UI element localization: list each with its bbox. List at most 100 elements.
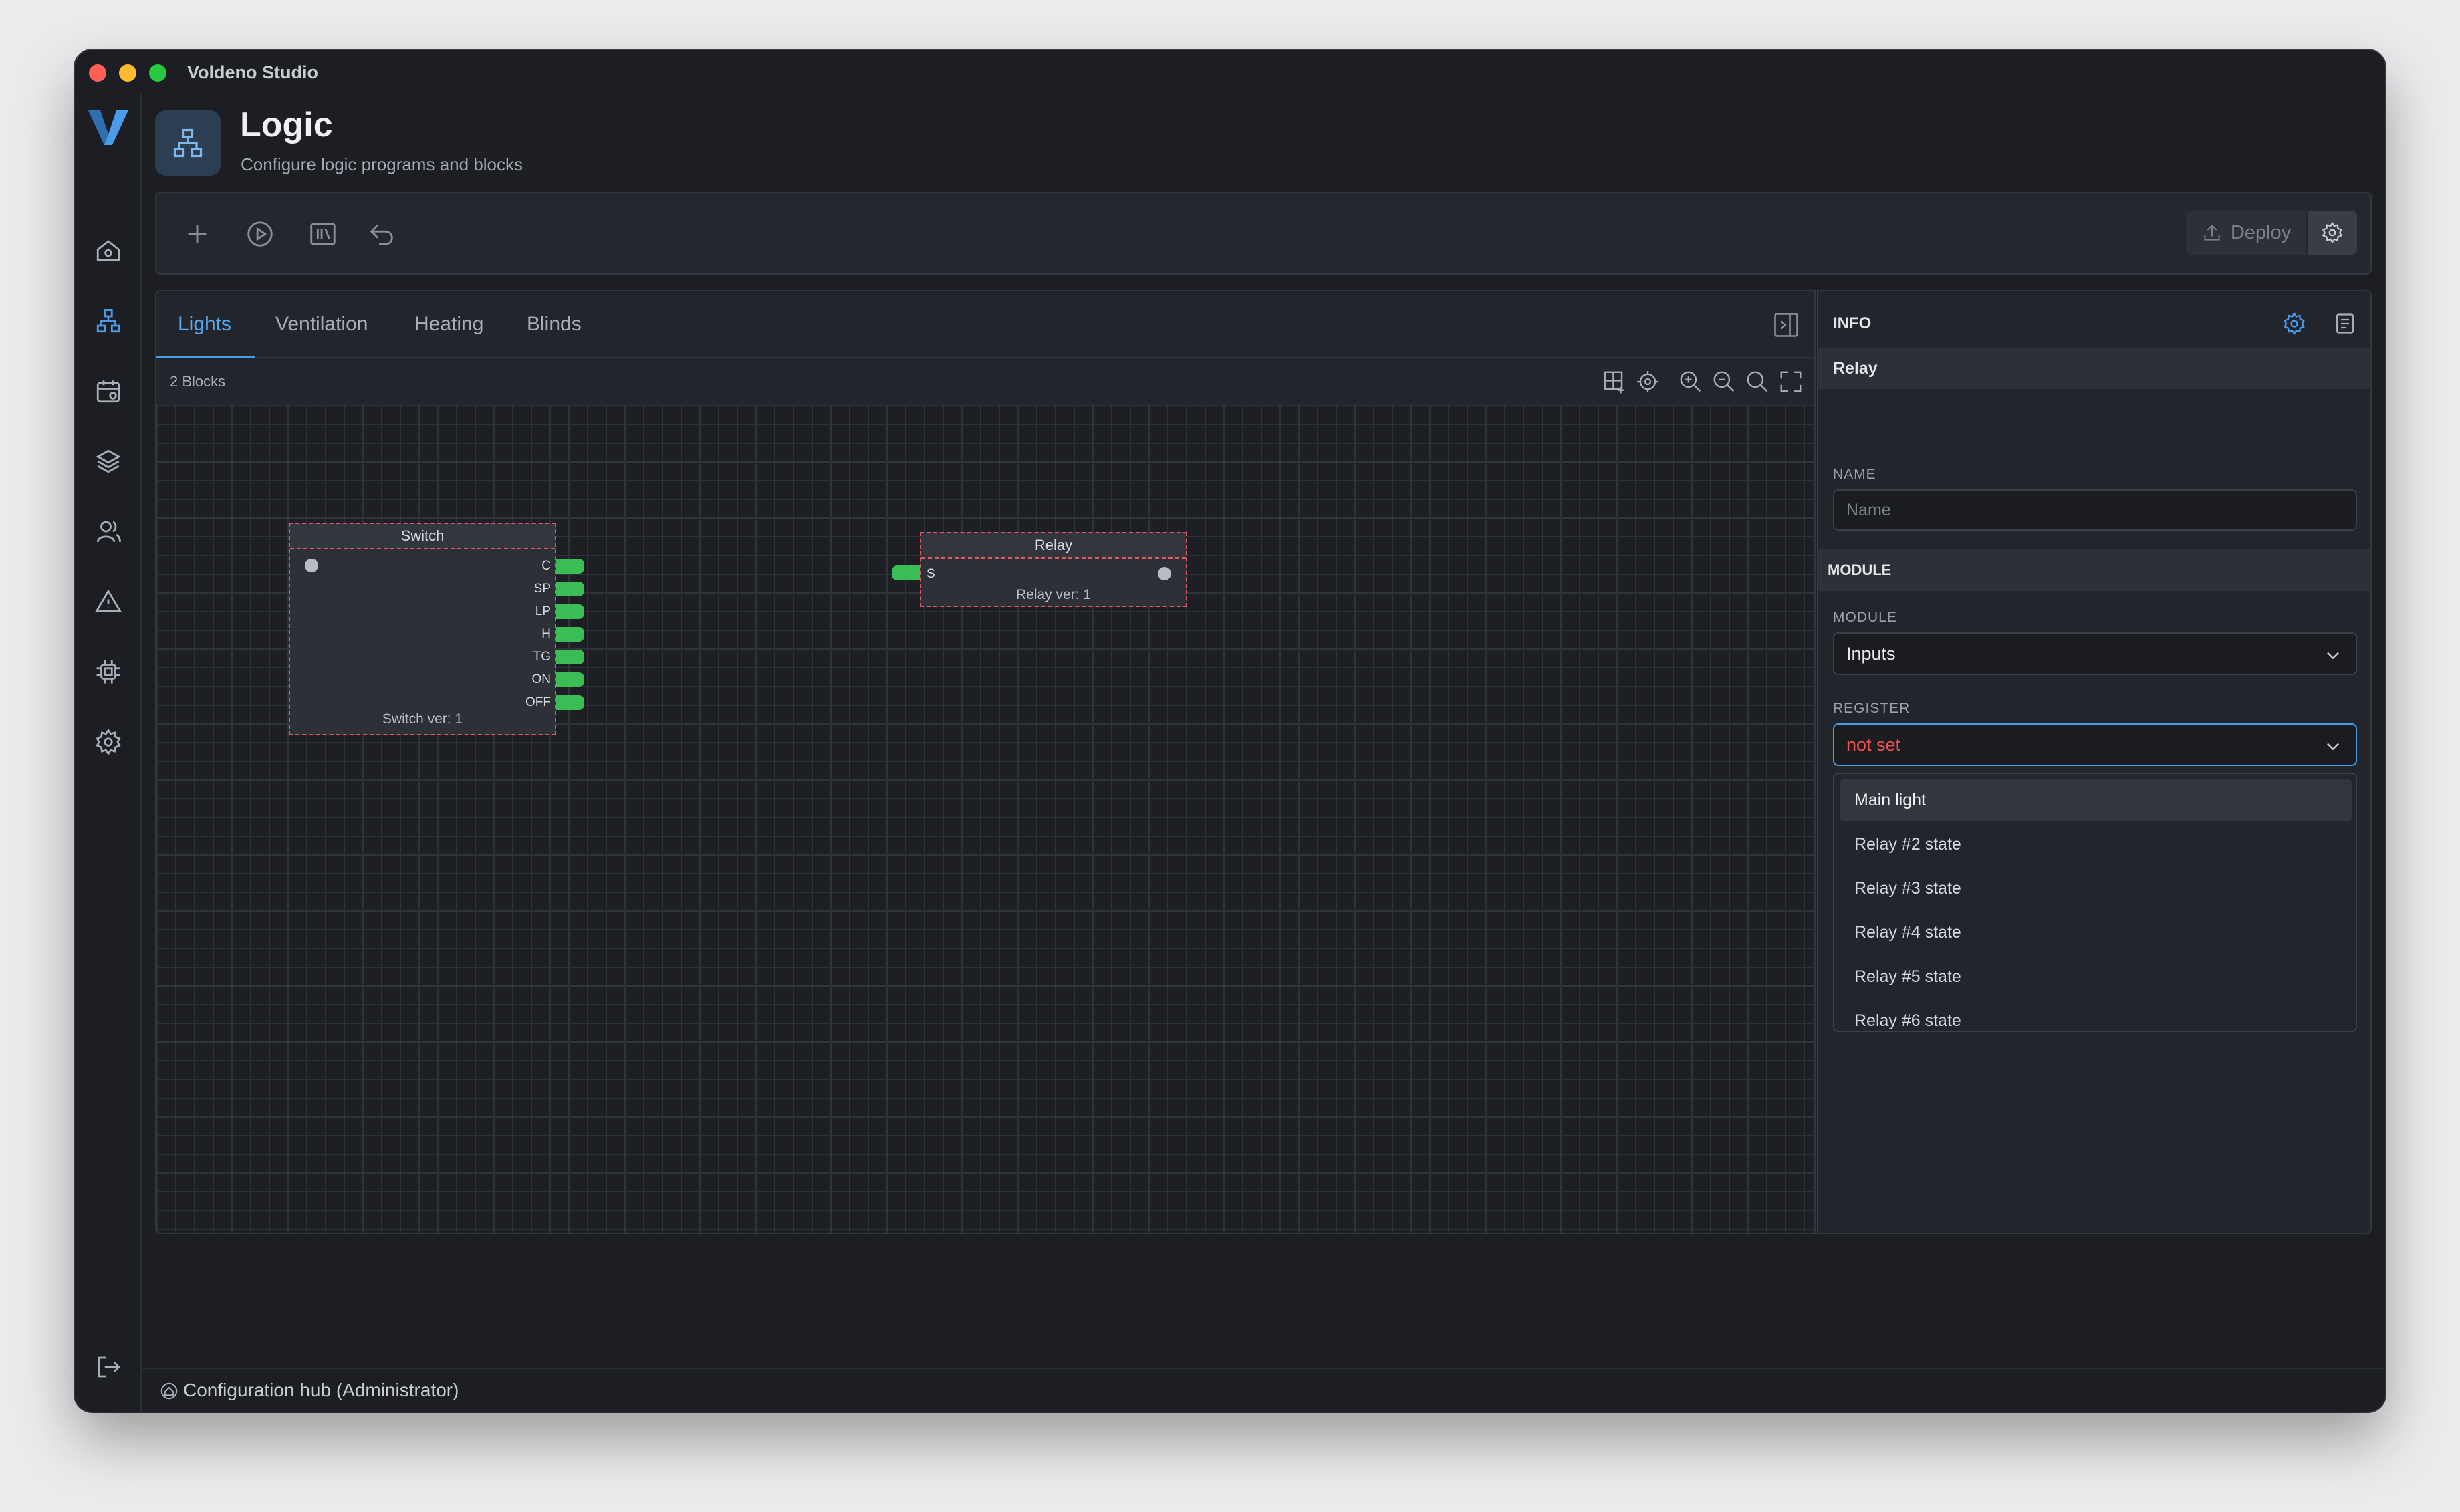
blocks-count: 2 Blocks — [170, 373, 226, 390]
grid-add-button[interactable] — [1600, 368, 1628, 396]
fullscreen-icon — [1780, 371, 1802, 392]
logic-icon — [96, 309, 120, 333]
relay-block-title: Relay — [921, 533, 1186, 559]
nav-devices[interactable] — [90, 653, 127, 690]
library-icon — [310, 223, 336, 245]
register-select[interactable]: not set — [1833, 723, 2357, 766]
output-port-off[interactable] — [556, 695, 584, 710]
register-option[interactable]: Relay #2 state — [1840, 824, 2352, 865]
close-window-button[interactable] — [89, 64, 106, 82]
undo-button[interactable] — [361, 213, 402, 255]
relay-output-port[interactable] — [1158, 567, 1171, 580]
selected-block-name: Relay — [1818, 348, 2370, 389]
home-icon — [96, 240, 120, 261]
output-label: C — [541, 559, 551, 573]
voldeno-logo-icon — [88, 110, 128, 145]
relay-block[interactable]: Relay S Relay ver: 1 — [892, 532, 1187, 607]
output-label: H — [541, 627, 551, 641]
toolbar: Deploy — [155, 192, 2372, 275]
crosshair-icon — [1637, 371, 1658, 392]
zoom-in-button[interactable] — [1677, 368, 1705, 396]
register-option[interactable]: Relay #5 state — [1840, 956, 2352, 997]
nav-layers[interactable] — [90, 443, 127, 480]
document-icon[interactable] — [2333, 311, 2357, 336]
output-port-lp[interactable] — [556, 604, 584, 619]
library-button[interactable] — [302, 213, 344, 255]
app-window: Voldeno Studio Logic Configure logic pro… — [75, 50, 2385, 1412]
name-input[interactable] — [1833, 489, 2357, 531]
zoom-reset-button[interactable] — [1743, 368, 1771, 396]
logout-icon — [98, 1356, 120, 1378]
tab-lights[interactable]: Lights — [178, 313, 231, 336]
switch-input-port[interactable] — [305, 559, 318, 572]
fullscreen-button[interactable] — [1777, 368, 1805, 396]
switch-block-version: Switch ver: 1 — [382, 711, 463, 727]
zoom-out-button[interactable] — [1710, 368, 1738, 396]
output-port-tg[interactable] — [556, 650, 584, 664]
zoom-window-button[interactable] — [149, 64, 166, 82]
collapse-panel-icon[interactable] — [1771, 310, 1801, 340]
tab-blinds[interactable]: Blinds — [527, 313, 582, 336]
layers-icon — [96, 449, 121, 473]
add-block-button[interactable] — [176, 213, 218, 255]
title-bar: Voldeno Studio — [75, 50, 2385, 94]
output-port-c[interactable] — [556, 559, 584, 574]
input-port-s[interactable] — [892, 565, 920, 580]
users-icon — [96, 521, 121, 543]
input-label: S — [927, 567, 935, 581]
nav-logic[interactable] — [90, 302, 127, 340]
zoom-out-icon — [1713, 371, 1735, 392]
name-label: NAME — [1833, 467, 1876, 482]
gear-icon[interactable] — [2282, 311, 2306, 336]
nav-users[interactable] — [90, 513, 127, 550]
output-port-on[interactable] — [556, 672, 584, 687]
logic-canvas[interactable]: Switch C SP LP H TG ON OFF Switch ver: 1 — [156, 405, 1814, 1233]
register-option[interactable]: Relay #6 state — [1840, 1000, 2352, 1031]
gear-icon — [96, 728, 121, 756]
run-button[interactable] — [239, 213, 281, 255]
info-panel: INFO Relay NAME MODULE MODULE Inputs REG… — [1817, 290, 2372, 1234]
undo-icon — [370, 224, 393, 245]
output-label: LP — [535, 604, 551, 618]
nav-settings[interactable] — [90, 723, 127, 761]
logout-button[interactable] — [90, 1348, 127, 1386]
nav-home[interactable] — [90, 232, 127, 269]
register-dropdown: Main light Relay #2 state Relay #3 state… — [1833, 773, 2357, 1032]
zoom-tools — [1600, 368, 1805, 396]
chevron-down-icon — [2327, 652, 2339, 660]
page-icon — [155, 110, 221, 176]
info-header: INFO — [1833, 314, 1872, 332]
output-port-sp[interactable] — [556, 582, 584, 596]
module-value: Inputs — [1846, 643, 1896, 664]
page-subtitle: Configure logic programs and blocks — [241, 154, 523, 174]
center-view-button[interactable] — [1634, 368, 1662, 396]
gear-icon — [2322, 221, 2343, 244]
app-title: Voldeno Studio — [187, 62, 318, 82]
module-select[interactable]: Inputs — [1833, 632, 2357, 675]
nav-alerts[interactable] — [90, 583, 127, 620]
upload-icon — [2204, 224, 2220, 241]
output-label: ON — [531, 672, 551, 686]
deploy-settings-button[interactable] — [2308, 211, 2357, 255]
register-option[interactable]: Main light — [1840, 779, 2352, 821]
status-bar: Configuration hub (Administrator) — [142, 1368, 2385, 1412]
status-text: Configuration hub (Administrator) — [183, 1380, 459, 1400]
plus-icon — [188, 225, 207, 243]
switch-block-title: Switch — [290, 524, 555, 549]
switch-block[interactable]: Switch C SP LP H TG ON OFF Switch ver: 1 — [289, 523, 584, 735]
deploy-button[interactable]: Deploy — [2186, 211, 2306, 255]
relay-block-version: Relay ver: 1 — [1015, 587, 1092, 602]
tab-ventilation[interactable]: Ventilation — [275, 313, 368, 336]
calendar-icon — [96, 380, 120, 403]
tab-heating[interactable]: Heating — [414, 313, 483, 336]
search-icon — [1747, 371, 1768, 392]
nav-schedule[interactable] — [90, 372, 127, 410]
page-title: Logic — [240, 106, 333, 144]
register-option[interactable]: Relay #3 state — [1840, 868, 2352, 909]
register-value: not set — [1846, 734, 1901, 755]
minimize-window-button[interactable] — [119, 64, 136, 82]
output-port-h[interactable] — [556, 627, 584, 642]
deploy-label: Deploy — [2230, 221, 2292, 243]
hub-icon — [160, 1382, 178, 1400]
register-option[interactable]: Relay #4 state — [1840, 912, 2352, 953]
